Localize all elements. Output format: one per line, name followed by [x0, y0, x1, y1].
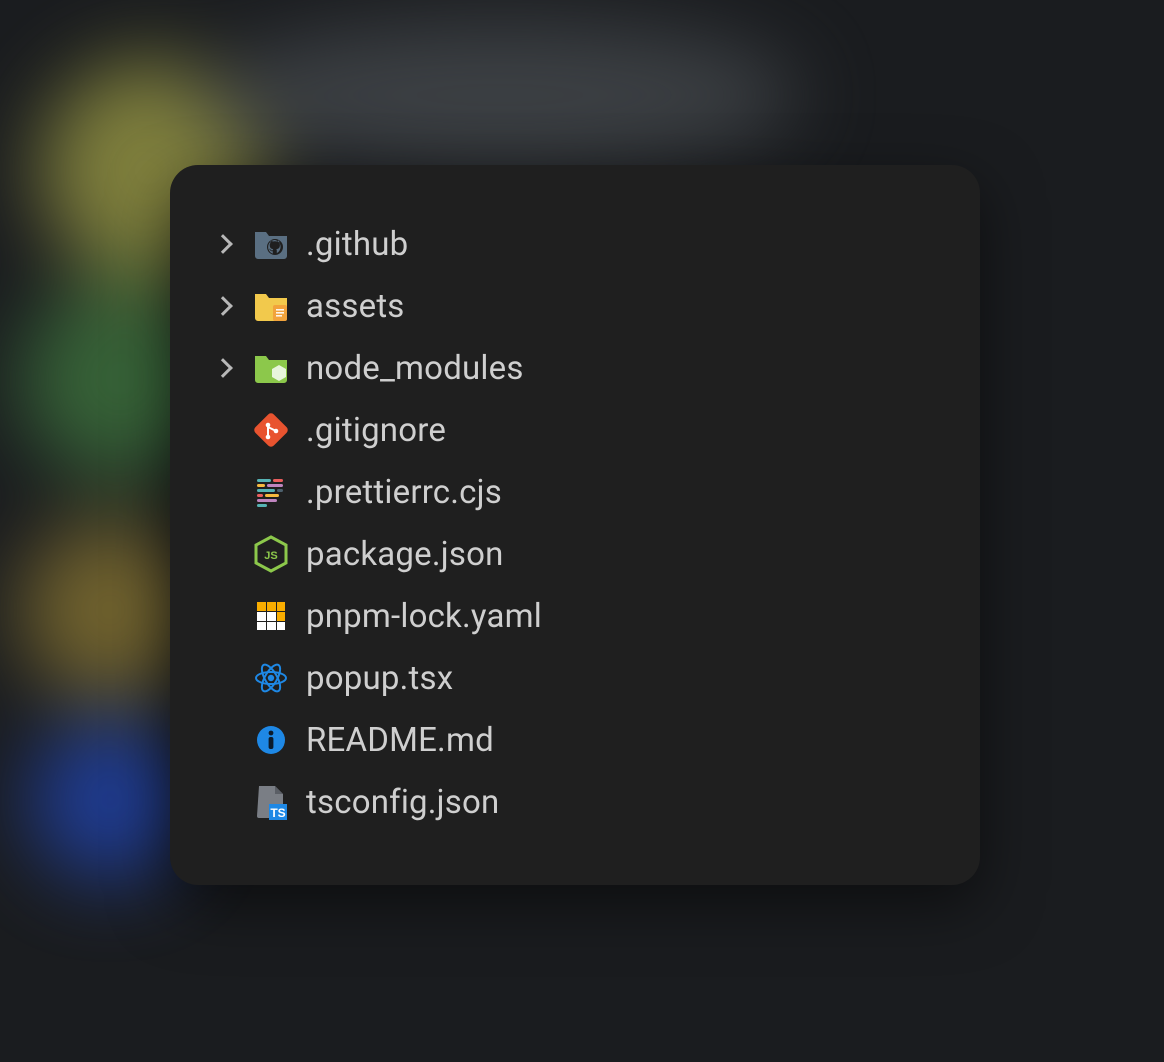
node-modules-folder-icon: [252, 349, 290, 387]
chevron-right-icon: [213, 358, 233, 378]
tree-item-label: .gitignore: [306, 411, 446, 450]
tree-item-pnpm-lock[interactable]: pnpm-lock.yaml: [210, 585, 940, 647]
tree-item-readme[interactable]: README.md: [210, 709, 940, 771]
git-icon: [252, 411, 290, 449]
tree-item-assets[interactable]: assets: [210, 275, 940, 337]
svg-text:JS: JS: [264, 550, 277, 562]
svg-text:TS: TS: [270, 806, 285, 820]
assets-folder-icon: [252, 287, 290, 325]
tree-item-label: pnpm-lock.yaml: [306, 597, 542, 636]
tree-item-node-modules[interactable]: node_modules: [210, 337, 940, 399]
expand-chevron[interactable]: [210, 299, 236, 313]
file-tree-panel: .github assets node_modules: [170, 165, 980, 885]
tree-item-label: .github: [306, 225, 408, 264]
tree-item-tsconfig[interactable]: TS tsconfig.json: [210, 771, 940, 833]
tree-item-label: popup.tsx: [306, 659, 453, 698]
tree-item-popup-tsx[interactable]: popup.tsx: [210, 647, 940, 709]
tree-item-label: README.md: [306, 721, 494, 760]
prettier-icon: [252, 473, 290, 511]
tsconfig-icon: TS: [252, 783, 290, 821]
nodejs-icon: JS: [252, 535, 290, 573]
expand-chevron[interactable]: [210, 361, 236, 375]
info-icon: [252, 721, 290, 759]
chevron-right-icon: [213, 234, 233, 254]
expand-chevron[interactable]: [210, 237, 236, 251]
tree-item-label: .prettierrc.cjs: [306, 473, 502, 512]
chevron-right-icon: [213, 296, 233, 316]
tree-item-gitignore[interactable]: .gitignore: [210, 399, 940, 461]
tree-item-label: package.json: [306, 535, 504, 574]
tree-item-prettierrc[interactable]: .prettierrc.cjs: [210, 461, 940, 523]
tree-item-github[interactable]: .github: [210, 213, 940, 275]
github-folder-icon: [252, 225, 290, 263]
react-icon: [252, 659, 290, 697]
tree-item-label: node_modules: [306, 349, 524, 388]
tree-item-label: tsconfig.json: [306, 783, 499, 822]
tree-item-package-json[interactable]: JS package.json: [210, 523, 940, 585]
pnpm-icon: [252, 597, 290, 635]
tree-item-label: assets: [306, 287, 405, 326]
